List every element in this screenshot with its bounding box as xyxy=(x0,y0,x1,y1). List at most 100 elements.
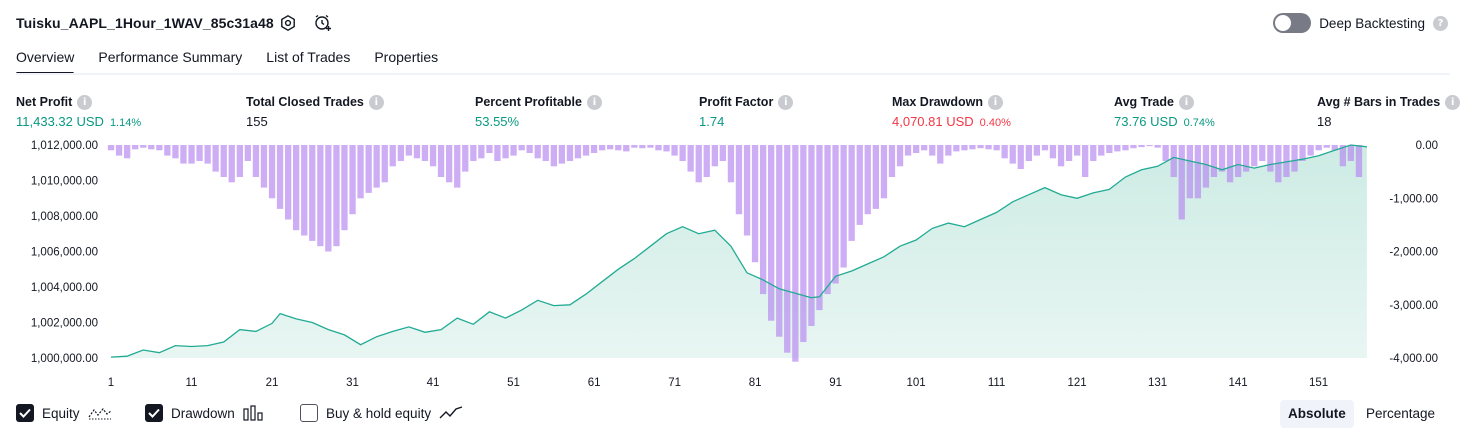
drawdown-bar xyxy=(1170,145,1177,177)
metric-total-closed-trades: Total Closed Trades i 155 xyxy=(246,94,384,129)
drawdown-bar xyxy=(446,145,453,183)
right-axis-tick: -1,000.00 xyxy=(1389,193,1438,205)
drawdown-bar xyxy=(904,145,912,156)
drawdown-bar xyxy=(607,145,614,150)
legend-buy-hold-equity[interactable]: Buy & hold equity xyxy=(300,404,463,422)
drawdown-bar xyxy=(124,145,131,159)
drawdown-bar xyxy=(301,145,308,236)
drawdown-bar xyxy=(663,145,670,152)
metric-max-drawdown: Max Drawdown i 4,070.81 USD 0.40% xyxy=(892,94,1011,129)
drawdown-bar xyxy=(953,145,960,152)
drawdown-bar xyxy=(293,145,300,231)
drawdown-bar xyxy=(1267,145,1274,172)
info-icon[interactable]: i xyxy=(1178,94,1194,110)
drawdown-bar xyxy=(1057,145,1065,167)
absolute-mode-button[interactable]: Absolute xyxy=(1280,400,1354,428)
drawdown-bar xyxy=(1114,145,1121,152)
drawdown-bar xyxy=(719,145,726,161)
drawdown-bar xyxy=(1074,145,1081,156)
drawdown-bar xyxy=(389,145,396,167)
x-axis-tick: 11 xyxy=(186,377,198,389)
info-icon[interactable]: i xyxy=(988,94,1003,110)
info-icon[interactable]: i xyxy=(1445,94,1461,110)
drawdown-bar xyxy=(172,145,179,159)
drawdown-bar xyxy=(856,145,863,225)
x-axis-tick: 151 xyxy=(1309,377,1328,389)
drawdown-bar xyxy=(333,145,340,247)
drawdown-bar xyxy=(679,145,686,161)
drawdown-bar xyxy=(727,145,735,183)
drawdown-bar xyxy=(1122,145,1129,151)
tab-list-of-trades[interactable]: List of Trades xyxy=(266,48,350,75)
info-icon[interactable]: i xyxy=(586,94,602,110)
metric-value: 155 xyxy=(246,114,268,129)
metric-value: 1.74 xyxy=(699,114,725,129)
right-axis-tick: -2,000.00 xyxy=(1389,247,1438,259)
drawdown-bar xyxy=(421,145,429,161)
info-icon[interactable]: i xyxy=(77,94,93,110)
tab-bar: Overview Performance Summary List of Tra… xyxy=(16,48,438,75)
drawdown-bar xyxy=(880,145,888,199)
drawdown-bar xyxy=(566,145,574,161)
x-axis-tick: 41 xyxy=(427,377,440,389)
drawdown-bar xyxy=(1202,145,1210,188)
drawdown-bar xyxy=(977,145,984,149)
drawdown-bar xyxy=(969,145,976,150)
drawdown-bar xyxy=(993,145,1000,151)
drawdown-bar xyxy=(534,145,541,159)
info-icon[interactable]: i xyxy=(368,94,384,110)
drawdown-bar xyxy=(921,145,928,151)
x-axis-tick: 31 xyxy=(346,377,359,389)
drawdown-bar xyxy=(840,145,847,268)
drawdown-bar xyxy=(188,145,195,164)
x-axis-tick: 91 xyxy=(829,377,842,389)
drawdown-bar xyxy=(985,145,992,150)
drawdown-bar xyxy=(212,145,219,172)
drawdown-bar xyxy=(896,145,904,167)
tab-overview[interactable]: Overview xyxy=(16,48,75,75)
drawdown-checkbox[interactable] xyxy=(145,404,163,422)
x-axis-tick: 1 xyxy=(108,377,114,389)
drawdown-bar xyxy=(1106,145,1113,153)
drawdown-bar xyxy=(1210,145,1218,177)
drawdown-bar xyxy=(196,145,203,161)
metric-label: Avg Trade xyxy=(1114,95,1174,109)
deep-backtesting-toggle[interactable] xyxy=(1273,13,1312,33)
settings-gear-icon[interactable] xyxy=(277,12,299,34)
left-axis-tick: 1,012,000.00 xyxy=(31,140,98,152)
percentage-mode-button[interactable]: Percentage xyxy=(1358,400,1443,428)
legend-drawdown[interactable]: Drawdown xyxy=(145,404,265,422)
equity-checkbox[interactable] xyxy=(16,404,34,422)
drawdown-bar xyxy=(784,145,791,353)
buy-hold-checkbox[interactable] xyxy=(300,404,318,422)
legend-equity[interactable]: Equity xyxy=(16,404,112,422)
drawdown-bar xyxy=(961,145,968,151)
drawdown-bar xyxy=(751,145,759,263)
help-icon[interactable]: ? xyxy=(1433,15,1448,31)
drawdown-bar xyxy=(1138,145,1145,148)
drawdown-bar xyxy=(462,145,469,172)
drawdown-bar xyxy=(470,145,477,161)
equity-label: Equity xyxy=(42,405,80,421)
drawdown-bar xyxy=(317,145,324,247)
metric-value: 53.55% xyxy=(475,114,520,129)
add-alert-clock-icon[interactable] xyxy=(312,12,334,34)
drawdown-bar xyxy=(1154,145,1161,148)
info-icon[interactable]: i xyxy=(778,94,794,110)
tab-performance-summary[interactable]: Performance Summary xyxy=(98,48,242,75)
equity-drawdown-chart[interactable]: 1,012,000.00 1,010,000.00 1,008,000.00 1,00… xyxy=(0,138,1466,394)
drawdown-bar xyxy=(1307,145,1314,156)
drawdown-bar xyxy=(1235,145,1242,177)
drawdown-bar xyxy=(1009,145,1016,164)
drawdown-bar xyxy=(1162,145,1169,161)
drawdown-bar xyxy=(1130,145,1137,149)
drawdown-bar xyxy=(550,145,557,167)
drawdown-bar xyxy=(824,145,831,295)
drawdown-label: Drawdown xyxy=(171,405,235,421)
metric-value: 18 xyxy=(1317,114,1332,129)
tab-properties[interactable]: Properties xyxy=(374,48,438,75)
drawdown-bar xyxy=(1251,145,1258,167)
drawdown-bar xyxy=(599,145,606,151)
x-axis-tick: 61 xyxy=(588,377,601,389)
metric-profit-factor: Profit Factor i 1.74 xyxy=(699,94,794,129)
